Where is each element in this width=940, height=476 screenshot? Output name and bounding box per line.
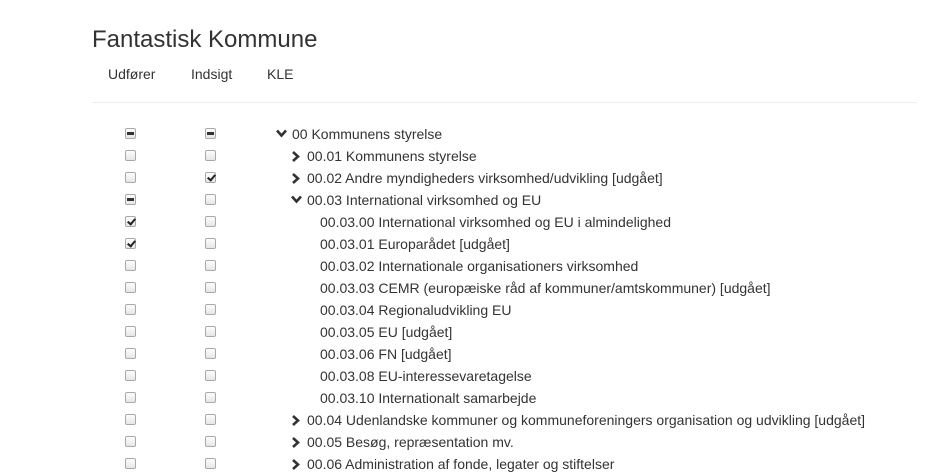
udforer-checkbox[interactable]: [125, 172, 136, 183]
kle-tree: 00 Kommunens styrelse 00.01 Kommunens sty…: [0, 123, 940, 475]
tree-node: 00.04 Udenlandske kommuner og kommunefor…: [290, 409, 865, 431]
tree-node-label[interactable]: 00.03.00 International virksomhed og EU …: [317, 211, 671, 233]
indsigt-checkbox[interactable]: [205, 392, 216, 403]
tree-node: 00.02 Andre myndigheders virksomhed/udvi…: [290, 167, 663, 189]
tree-node: 00.01 Kommunens styrelse: [290, 145, 477, 167]
indsigt-checkbox[interactable]: [205, 326, 216, 337]
tree-node-label[interactable]: 00.06 Administration af fonde, legater o…: [304, 453, 614, 475]
tree-row: 00 Kommunens styrelse: [0, 123, 940, 145]
udforer-checkbox[interactable]: [125, 128, 136, 139]
chevron-down-icon[interactable]: [290, 189, 304, 211]
tree-node: 00.03.06 FN [udgået]: [317, 343, 452, 365]
tree-node: 00.03.10 Internationalt samarbejde: [317, 387, 536, 409]
tree-row: 00.03.02 Internationale organisationers …: [0, 255, 940, 277]
tree-node-label[interactable]: 00.03.04 Regionaludvikling EU: [317, 299, 511, 321]
tree-row: 00.03 International virksomhed og EU: [0, 189, 940, 211]
indsigt-checkbox[interactable]: [205, 436, 216, 447]
tree-node: 00.03.01 Europarådet [udgået]: [317, 233, 510, 255]
indsigt-checkbox[interactable]: [205, 370, 216, 381]
tree-node: 00.03.03 CEMR (europæiske råd af kommune…: [317, 277, 771, 299]
indsigt-checkbox[interactable]: [205, 304, 216, 315]
tree-node: 00.03 International virksomhed og EU: [290, 189, 541, 211]
tree-node-label[interactable]: 00.03.05 EU [udgået]: [317, 321, 452, 343]
udforer-checkbox[interactable]: [125, 414, 136, 425]
page: Fantastisk Kommune Udfører Indsigt KLE 0…: [0, 0, 940, 476]
indsigt-checkbox[interactable]: [205, 238, 216, 249]
tree-row: 00.03.00 International virksomhed og EU …: [0, 211, 940, 233]
header-divider: [92, 102, 917, 103]
udforer-checkbox[interactable]: [125, 326, 136, 337]
tree-node-label[interactable]: 00.03 International virksomhed og EU: [304, 189, 541, 211]
udforer-checkbox[interactable]: [125, 260, 136, 271]
indsigt-checkbox[interactable]: [205, 260, 216, 271]
tree-node-label[interactable]: 00.01 Kommunens styrelse: [304, 145, 477, 167]
tree-row: 00.03.04 Regionaludvikling EU: [0, 299, 940, 321]
tree-row: 00.03.05 EU [udgået]: [0, 321, 940, 343]
indsigt-checkbox[interactable]: [205, 216, 216, 227]
udforer-checkbox[interactable]: [125, 282, 136, 293]
tree-row: 00.03.08 EU-interessevaretagelse: [0, 365, 940, 387]
tree-row: 00.04 Udenlandske kommuner og kommunefor…: [0, 409, 940, 431]
chevron-right-icon[interactable]: [290, 167, 304, 189]
tree-node-label[interactable]: 00.03.01 Europarådet [udgået]: [317, 233, 510, 255]
udforer-checkbox[interactable]: [125, 436, 136, 447]
indsigt-checkbox[interactable]: [205, 414, 216, 425]
udforer-checkbox[interactable]: [125, 392, 136, 403]
udforer-checkbox[interactable]: [125, 304, 136, 315]
udforer-checkbox[interactable]: [125, 216, 136, 227]
chevron-right-icon[interactable]: [290, 145, 304, 167]
chevron-right-icon[interactable]: [290, 453, 304, 475]
tree-node: 00.06 Administration af fonde, legater o…: [290, 453, 614, 475]
indsigt-checkbox[interactable]: [205, 172, 216, 183]
chevron-right-icon[interactable]: [290, 431, 304, 453]
udforer-checkbox[interactable]: [125, 150, 136, 161]
tree-node: 00.05 Besøg, repræsentation mv.: [290, 431, 514, 453]
udforer-checkbox[interactable]: [125, 458, 136, 469]
chevron-right-icon[interactable]: [290, 409, 304, 431]
tree-node-label[interactable]: 00.03.02 Internationale organisationers …: [317, 255, 638, 277]
tree-node-label[interactable]: 00.03.06 FN [udgået]: [317, 343, 452, 365]
tree-node-label[interactable]: 00.05 Besøg, repræsentation mv.: [304, 431, 514, 453]
indsigt-checkbox[interactable]: [205, 348, 216, 359]
tree-node: 00 Kommunens styrelse: [275, 123, 442, 145]
column-header-indsigt[interactable]: Indsigt: [191, 64, 232, 84]
tree-row: 00.02 Andre myndigheders virksomhed/udvi…: [0, 167, 940, 189]
tree-row: 00.03.06 FN [udgået]: [0, 343, 940, 365]
tree-row: 00.05 Besøg, repræsentation mv.: [0, 431, 940, 453]
tree-row: 00.03.10 Internationalt samarbejde: [0, 387, 940, 409]
column-headers: Udfører Indsigt KLE: [0, 64, 940, 84]
udforer-checkbox[interactable]: [125, 194, 136, 205]
udforer-checkbox[interactable]: [125, 370, 136, 381]
column-header-udforer[interactable]: Udfører: [108, 64, 155, 84]
tree-row: 00.01 Kommunens styrelse: [0, 145, 940, 167]
udforer-checkbox[interactable]: [125, 348, 136, 359]
tree-node-label[interactable]: 00.04 Udenlandske kommuner og kommunefor…: [304, 409, 865, 431]
tree-node: 00.03.08 EU-interessevaretagelse: [317, 365, 532, 387]
indsigt-checkbox[interactable]: [205, 150, 216, 161]
chevron-down-icon[interactable]: [275, 123, 289, 145]
column-header-kle[interactable]: KLE: [267, 64, 293, 84]
tree-row: 00.06 Administration af fonde, legater o…: [0, 453, 940, 475]
tree-node-label[interactable]: 00.03.08 EU-interessevaretagelse: [317, 365, 532, 387]
udforer-checkbox[interactable]: [125, 238, 136, 249]
tree-node-label[interactable]: 00.02 Andre myndigheders virksomhed/udvi…: [304, 167, 663, 189]
tree-node: 00.03.00 International virksomhed og EU …: [317, 211, 671, 233]
tree-node: 00.03.02 Internationale organisationers …: [317, 255, 638, 277]
tree-row: 00.03.03 CEMR (europæiske råd af kommune…: [0, 277, 940, 299]
indsigt-checkbox[interactable]: [205, 194, 216, 205]
tree-node-label[interactable]: 00 Kommunens styrelse: [289, 123, 442, 145]
indsigt-checkbox[interactable]: [205, 458, 216, 469]
tree-row: 00.03.01 Europarådet [udgået]: [0, 233, 940, 255]
indsigt-checkbox[interactable]: [205, 128, 216, 139]
tree-node-label[interactable]: 00.03.03 CEMR (europæiske råd af kommune…: [317, 277, 771, 299]
page-title: Fantastisk Kommune: [92, 26, 318, 53]
tree-node: 00.03.05 EU [udgået]: [317, 321, 452, 343]
tree-node: 00.03.04 Regionaludvikling EU: [317, 299, 511, 321]
tree-node-label[interactable]: 00.03.10 Internationalt samarbejde: [317, 387, 536, 409]
indsigt-checkbox[interactable]: [205, 282, 216, 293]
